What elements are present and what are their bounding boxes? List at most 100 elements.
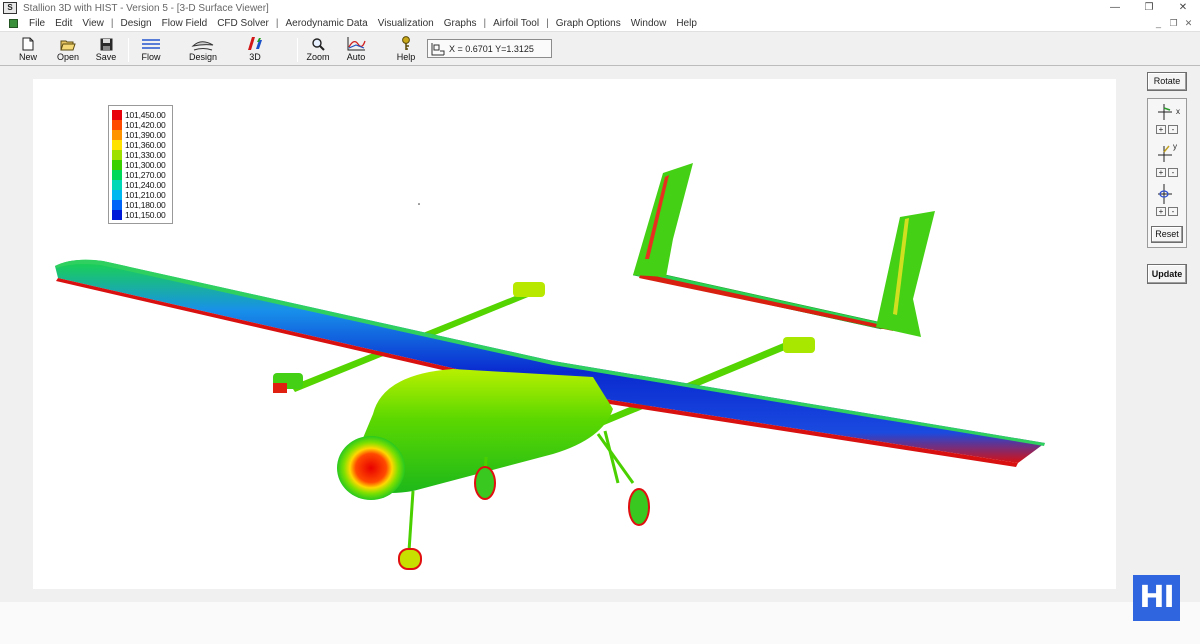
legend-entry: 101,420.00	[112, 120, 169, 130]
3d-surface-viewport[interactable]	[33, 79, 1116, 589]
legend-swatch	[112, 200, 122, 210]
auto-graph-icon	[346, 36, 366, 51]
legend-entry: 101,330.00	[112, 150, 169, 160]
cursor-dot	[418, 203, 420, 205]
menu-separator: |	[110, 18, 114, 29]
legend-label: 101,240.00	[125, 180, 166, 190]
toolbar: New Open Save Flow Design 3D Zoom Auto H…	[0, 33, 1200, 66]
mdi-controls: _ ❐ ✕	[1151, 16, 1196, 31]
aircraft-pressure-render	[55, 163, 1045, 570]
mdi-close-icon[interactable]: ✕	[1181, 16, 1196, 31]
coordinate-readout: X = 0.6701 Y=1.3125	[427, 39, 552, 58]
legend-label: 101,330.00	[125, 150, 166, 160]
mdi-minimize-icon[interactable]: _	[1151, 16, 1166, 31]
app-icon: S	[3, 2, 17, 14]
legend-label: 101,210.00	[125, 190, 166, 200]
legend-entry: 101,270.00	[112, 170, 169, 180]
y-minus-button[interactable]: -	[1168, 168, 1178, 177]
x-plus-button[interactable]: +	[1156, 125, 1166, 134]
nose-stagnation	[337, 436, 405, 500]
help-button[interactable]: Help	[394, 36, 418, 64]
menu-file[interactable]: File	[24, 18, 50, 29]
legend-entry: 101,360.00	[112, 140, 169, 150]
3d-label: 3D	[249, 52, 261, 62]
legend-entry: 101,210.00	[112, 190, 169, 200]
close-icon[interactable]: ✕	[1166, 0, 1200, 16]
legend-entry: 101,300.00	[112, 160, 169, 170]
legend-label: 101,180.00	[125, 200, 166, 210]
pressure-legend: 101,450.00 101,420.00 101,390.00 101,360…	[108, 105, 173, 224]
legend-swatch	[112, 150, 122, 160]
new-label: New	[18, 52, 37, 62]
auto-button[interactable]: Auto	[343, 36, 369, 64]
legend-entry: 101,180.00	[112, 200, 169, 210]
legend-swatch	[112, 190, 122, 200]
save-button[interactable]: Save	[94, 36, 118, 64]
menu-cfd-solver[interactable]: CFD Solver	[212, 18, 274, 29]
flow-label: Flow	[141, 52, 161, 62]
flow-button[interactable]: Flow	[139, 36, 163, 64]
window-controls: — ❐ ✕	[1098, 0, 1200, 16]
help-label: Help	[396, 52, 416, 62]
restore-icon[interactable]: ❐	[1132, 0, 1166, 16]
coordinate-text: X = 0.6701 Y=1.3125	[449, 43, 534, 54]
update-button[interactable]: Update	[1147, 264, 1187, 284]
legend-label: 101,360.00	[125, 140, 166, 150]
y-axis-group: y + -	[1156, 142, 1182, 177]
zoom-button[interactable]: Zoom	[306, 36, 330, 64]
mdi-restore-icon[interactable]: ❐	[1166, 16, 1181, 31]
legend-swatch	[112, 140, 122, 150]
menu-flow-field[interactable]: Flow Field	[157, 18, 213, 29]
menu-airfoil-tool[interactable]: Airfoil Tool	[488, 18, 544, 29]
auto-label: Auto	[346, 52, 366, 62]
axis-rotation-panel: x + - y + - + - Reset	[1147, 98, 1187, 248]
3d-view-icon	[246, 36, 264, 51]
stallion-3d-window: S Stallion 3D with HIST - Version 5 - [3…	[0, 0, 1200, 644]
hi-logo-badge: HI	[1133, 575, 1180, 621]
menu-visualization[interactable]: Visualization	[373, 18, 439, 29]
reset-button[interactable]: Reset	[1151, 226, 1183, 243]
flow-lines-icon	[141, 36, 161, 51]
menu-bar: File Edit View | Design Flow Field CFD S…	[0, 16, 1200, 32]
open-button[interactable]: Open	[56, 36, 80, 64]
toolbar-separator	[297, 38, 298, 62]
new-button[interactable]: New	[17, 36, 39, 64]
legend-swatch	[112, 160, 122, 170]
menu-view[interactable]: View	[77, 18, 109, 29]
zoom-label: Zoom	[306, 52, 330, 62]
menu-window[interactable]: Window	[626, 18, 672, 29]
3d-button[interactable]: 3D	[244, 36, 266, 64]
status-area	[0, 602, 1200, 644]
minimize-icon[interactable]: —	[1098, 0, 1132, 16]
x-axis-group: x + -	[1156, 103, 1182, 135]
legend-entry: 101,390.00	[112, 130, 169, 140]
menu-edit[interactable]: Edit	[50, 18, 77, 29]
x-minus-button[interactable]: -	[1168, 125, 1178, 134]
legend-label: 101,450.00	[125, 110, 166, 120]
legend-swatch	[112, 120, 122, 130]
new-file-icon	[22, 36, 34, 51]
legend-entry: 101,150.00	[112, 210, 169, 220]
y-axis-icon	[1158, 145, 1172, 162]
open-folder-icon	[60, 36, 76, 51]
menu-design[interactable]: Design	[115, 18, 156, 29]
legend-swatch	[112, 170, 122, 180]
legend-swatch	[112, 130, 122, 140]
menu-help[interactable]: Help	[671, 18, 702, 29]
design-button[interactable]: Design	[188, 36, 218, 64]
left-vertical-tail	[633, 163, 693, 277]
legend-swatch	[112, 210, 122, 220]
x-axis-label: x	[1176, 107, 1180, 116]
menu-graph-options[interactable]: Graph Options	[551, 18, 626, 29]
cursor-coordinate-icon	[431, 42, 445, 55]
z-minus-button[interactable]: -	[1168, 207, 1178, 216]
z-plus-button[interactable]: +	[1156, 207, 1166, 216]
rotate-button[interactable]: Rotate	[1147, 72, 1187, 91]
save-label: Save	[95, 52, 117, 62]
document-icon[interactable]	[9, 19, 18, 28]
toolbar-separator	[128, 38, 129, 62]
y-plus-button[interactable]: +	[1156, 168, 1166, 177]
window-title: Stallion 3D with HIST - Version 5 - [3-D…	[23, 2, 269, 14]
menu-graphs[interactable]: Graphs	[439, 18, 482, 29]
menu-aerodynamic-data[interactable]: Aerodynamic Data	[280, 18, 372, 29]
